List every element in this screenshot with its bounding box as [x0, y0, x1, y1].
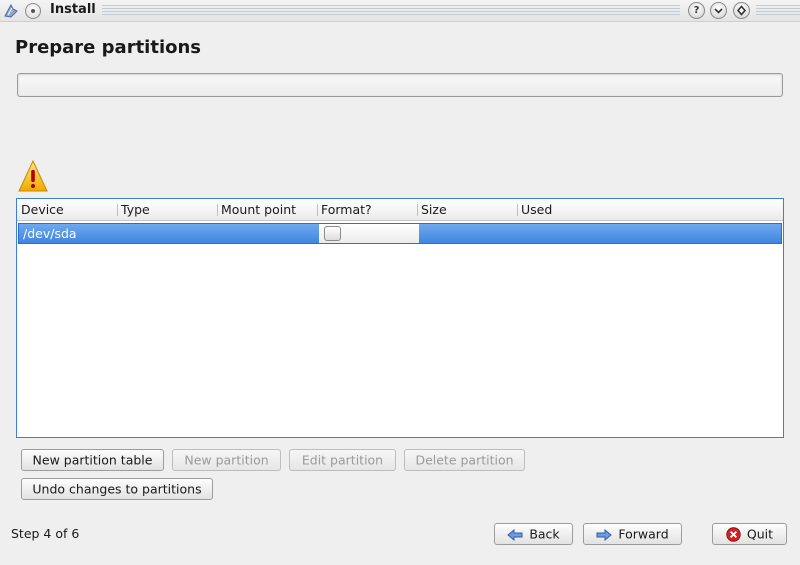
new-partition-table-button[interactable]: New partition table	[21, 449, 164, 471]
table-header: Device Type Mount point Format? Size Use…	[17, 199, 783, 221]
arrow-right-icon	[596, 528, 613, 541]
chevron-down-icon	[714, 8, 723, 14]
undo-changes-button[interactable]: Undo changes to partitions	[21, 478, 213, 500]
quit-icon	[726, 527, 741, 542]
column-header-device[interactable]: Device	[17, 199, 117, 221]
window-titlebar[interactable]: Install ?	[0, 0, 800, 22]
cell-size	[419, 224, 519, 243]
back-button[interactable]: Back	[494, 523, 573, 545]
table-row[interactable]: /dev/sda	[18, 223, 782, 244]
new-partition-table-label: New partition table	[32, 452, 153, 468]
forward-label: Forward	[618, 526, 669, 542]
column-header-format[interactable]: Format?	[317, 199, 417, 221]
quit-label: Quit	[746, 526, 774, 542]
maximize-button[interactable]	[733, 2, 750, 19]
cell-type	[119, 224, 219, 243]
installer-icon	[4, 3, 18, 18]
minimize-button[interactable]	[710, 2, 727, 19]
delete-partition-label: Delete partition	[415, 452, 514, 468]
partition-table[interactable]: Device Type Mount point Format? Size Use…	[16, 198, 784, 438]
edit-partition-button[interactable]: Edit partition	[289, 449, 396, 471]
window-menu-button[interactable]	[25, 3, 41, 19]
cell-used	[519, 224, 781, 243]
column-header-size[interactable]: Size	[417, 199, 517, 221]
maximize-icon	[736, 5, 747, 16]
new-partition-button[interactable]: New partition	[172, 449, 281, 471]
progress-bar	[17, 73, 783, 97]
quit-button[interactable]: Quit	[712, 523, 787, 545]
back-label: Back	[529, 526, 560, 542]
cell-format	[319, 224, 419, 243]
window-title: Install	[50, 2, 96, 17]
titlebar-decoration-right	[756, 0, 800, 22]
help-button[interactable]: ?	[688, 2, 705, 19]
cell-mount-point	[219, 224, 319, 243]
step-indicator: Step 4 of 6	[11, 526, 80, 541]
undo-changes-label: Undo changes to partitions	[32, 481, 202, 497]
format-checkbox[interactable]	[324, 226, 341, 241]
titlebar-decoration	[102, 5, 680, 17]
delete-partition-button[interactable]: Delete partition	[404, 449, 525, 471]
warning-icon	[18, 160, 48, 192]
column-header-used[interactable]: Used	[517, 199, 783, 221]
page-title: Prepare partitions	[15, 37, 202, 58]
cell-device: /dev/sda	[23, 226, 77, 241]
column-header-type[interactable]: Type	[117, 199, 217, 221]
new-partition-label: New partition	[184, 452, 269, 468]
edit-partition-label: Edit partition	[301, 452, 384, 468]
column-header-mount-point[interactable]: Mount point	[217, 199, 317, 221]
arrow-left-icon	[507, 528, 523, 541]
forward-button[interactable]: Forward	[583, 523, 682, 545]
